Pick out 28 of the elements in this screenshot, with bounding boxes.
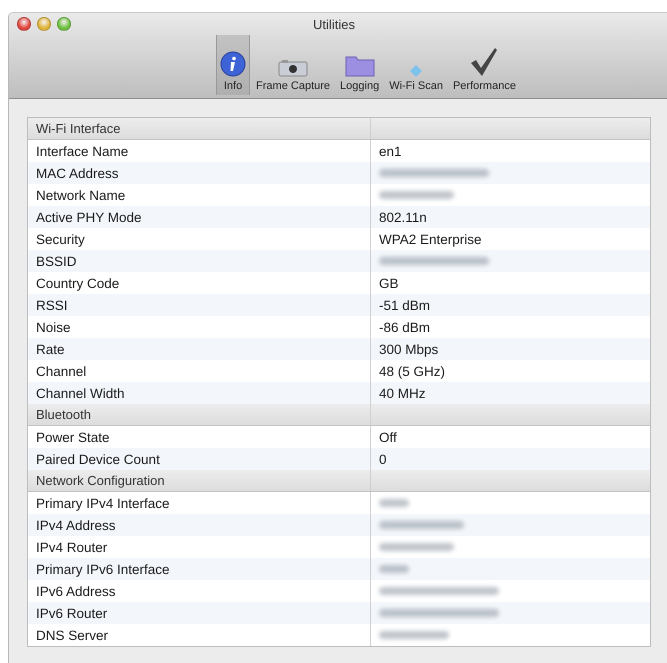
section-title: Wi-Fi Interface <box>36 121 121 136</box>
table-cell-text: -51 dBm <box>378 296 432 314</box>
table-cell-text: GB <box>378 274 400 292</box>
section-title: Bluetooth <box>36 407 91 422</box>
table-cell-text: 802.11n <box>378 208 428 226</box>
table-cell-text: -86 dBm <box>378 318 432 336</box>
table-cell-text: Off <box>378 428 398 446</box>
toolbar-tab[interactable]: Performance <box>448 35 520 95</box>
toolbar-tab[interactable]: Frame Capture <box>252 35 334 95</box>
table-cell-text: WPA2 Enterprise <box>378 230 483 249</box>
table-cell-text: 0 <box>378 450 388 468</box>
diamond-icon <box>410 65 422 77</box>
window-title: Utilities <box>312 16 356 32</box>
checkmark-icon <box>470 47 498 77</box>
toolbar-tab[interactable]: Wi-Fi Scan <box>385 35 447 95</box>
section-title: Network Configuration <box>36 473 165 488</box>
table-cell-text: 300 Mbps <box>378 340 440 359</box>
camera-icon <box>278 59 308 77</box>
info-icon <box>220 51 246 77</box>
table-cell-text: en1 <box>378 142 403 160</box>
toolbar-tab[interactable]: Logging <box>336 35 384 95</box>
close-button[interactable] <box>17 17 31 31</box>
table-cell-text: 40 MHz <box>378 384 427 402</box>
table-cell-text: 48 (5 GHz) <box>378 362 446 381</box>
minimize-button[interactable] <box>37 17 51 31</box>
zoom-button[interactable] <box>57 17 71 31</box>
toolbar-tab[interactable]: Info <box>216 35 250 95</box>
table-cell: DNS Server <box>28 624 371 646</box>
